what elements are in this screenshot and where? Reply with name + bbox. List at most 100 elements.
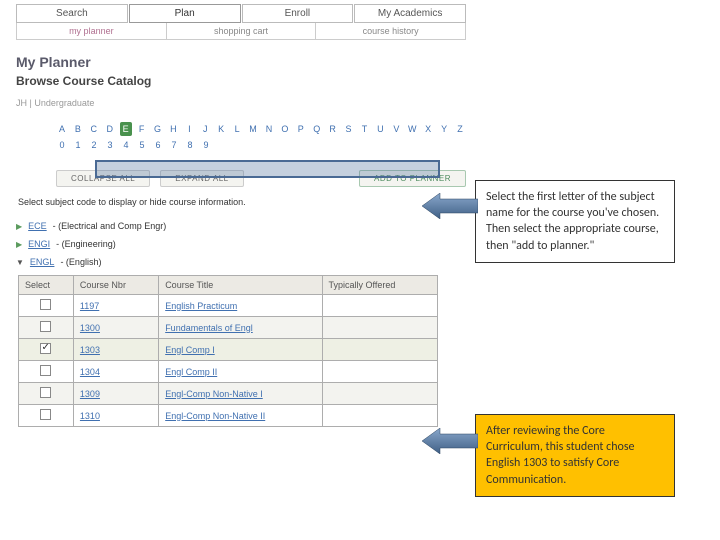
alpha-H[interactable]: H bbox=[167, 122, 179, 136]
alpha-9[interactable]: 9 bbox=[200, 138, 212, 152]
select-checkbox[interactable] bbox=[40, 409, 51, 420]
helper-text: Select subject code to display or hide c… bbox=[18, 197, 466, 207]
course-number-link[interactable]: 1310 bbox=[80, 411, 100, 421]
select-checkbox[interactable] bbox=[40, 387, 51, 398]
alpha-5[interactable]: 5 bbox=[136, 138, 148, 152]
alpha-1[interactable]: 1 bbox=[72, 138, 84, 152]
subject-row[interactable]: ▶ ECE - (Electrical and Comp Engr) bbox=[16, 221, 466, 231]
course-table: SelectCourse NbrCourse TitleTypically Of… bbox=[18, 275, 438, 427]
subtab-cart[interactable]: shopping cart bbox=[167, 23, 317, 39]
alpha-C[interactable]: C bbox=[88, 122, 100, 136]
course-title-link[interactable]: Engl-Comp Non-Native II bbox=[165, 411, 265, 421]
triangle-down-icon: ▼ bbox=[16, 258, 24, 267]
alpha-G[interactable]: G bbox=[152, 122, 164, 136]
table-row: 1309 Engl-Comp Non-Native I bbox=[19, 383, 438, 405]
alpha-J[interactable]: J bbox=[199, 122, 211, 136]
alpha-I[interactable]: I bbox=[183, 122, 195, 136]
course-title-link[interactable]: Engl Comp I bbox=[165, 345, 215, 355]
alpha-E[interactable]: E bbox=[120, 122, 132, 136]
typically-offered bbox=[322, 405, 437, 427]
course-title-link[interactable]: Engl-Comp Non-Native I bbox=[165, 389, 263, 399]
tab-enroll[interactable]: Enroll bbox=[242, 4, 354, 23]
select-checkbox[interactable] bbox=[40, 343, 51, 354]
alpha-D[interactable]: D bbox=[104, 122, 116, 136]
alpha-6[interactable]: 6 bbox=[152, 138, 164, 152]
alpha-O[interactable]: O bbox=[279, 122, 291, 136]
table-row: 1197 English Practicum bbox=[19, 295, 438, 317]
table-header: Course Nbr bbox=[73, 276, 158, 295]
instruction-callout-1: Select the first letter of the subject n… bbox=[475, 180, 675, 263]
subject-row[interactable]: ▼ ENGL - (English) bbox=[16, 257, 466, 267]
subject-name: - (Engineering) bbox=[56, 239, 116, 249]
alpha-B[interactable]: B bbox=[72, 122, 84, 136]
alpha-Q[interactable]: Q bbox=[311, 122, 323, 136]
alpha-U[interactable]: U bbox=[374, 122, 386, 136]
arrow-icon bbox=[422, 193, 478, 219]
course-title-link[interactable]: Engl Comp II bbox=[165, 367, 217, 377]
alpha-N[interactable]: N bbox=[263, 122, 275, 136]
sub-tabs: my planner shopping cart course history bbox=[16, 23, 466, 40]
subject-row[interactable]: ▶ ENGI - (Engineering) bbox=[16, 239, 466, 249]
table-header: Select bbox=[19, 276, 74, 295]
tab-search[interactable]: Search bbox=[16, 4, 128, 23]
alpha-Y[interactable]: Y bbox=[438, 122, 450, 136]
course-title-link[interactable]: English Practicum bbox=[165, 301, 237, 311]
table-header: Course Title bbox=[159, 276, 322, 295]
table-header: Typically Offered bbox=[322, 276, 437, 295]
subject-name: - (English) bbox=[60, 257, 101, 267]
table-row: 1303 Engl Comp I bbox=[19, 339, 438, 361]
main-tabs: Search Plan Enroll My Academics bbox=[16, 4, 466, 23]
triangle-right-icon: ▶ bbox=[16, 240, 22, 249]
tab-academics[interactable]: My Academics bbox=[354, 4, 466, 23]
typically-offered bbox=[322, 383, 437, 405]
course-number-link[interactable]: 1304 bbox=[80, 367, 100, 377]
alpha-M[interactable]: M bbox=[247, 122, 259, 136]
subject-link[interactable]: ECE bbox=[28, 221, 47, 231]
alpha-index: ABCDEFGHIJKLMNOPQRSTUVWXYZ 0123456789 bbox=[16, 116, 466, 158]
breadcrumb: JH | Undergraduate bbox=[16, 98, 466, 108]
course-number-link[interactable]: 1300 bbox=[80, 323, 100, 333]
table-row: 1310 Engl-Comp Non-Native II bbox=[19, 405, 438, 427]
course-number-link[interactable]: 1303 bbox=[80, 345, 100, 355]
alpha-T[interactable]: T bbox=[359, 122, 371, 136]
alpha-K[interactable]: K bbox=[215, 122, 227, 136]
typically-offered bbox=[322, 317, 437, 339]
alpha-W[interactable]: W bbox=[406, 122, 418, 136]
course-title-link[interactable]: Fundamentals of Engl bbox=[165, 323, 253, 333]
select-checkbox[interactable] bbox=[40, 321, 51, 332]
alpha-V[interactable]: V bbox=[390, 122, 402, 136]
alpha-Z[interactable]: Z bbox=[454, 122, 466, 136]
alpha-7[interactable]: 7 bbox=[168, 138, 180, 152]
subject-name: - (Electrical and Comp Engr) bbox=[53, 221, 167, 231]
typically-offered bbox=[322, 295, 437, 317]
alpha-X[interactable]: X bbox=[422, 122, 434, 136]
alpha-0[interactable]: 0 bbox=[56, 138, 68, 152]
alpha-2[interactable]: 2 bbox=[88, 138, 100, 152]
alpha-F[interactable]: F bbox=[136, 122, 148, 136]
alpha-S[interactable]: S bbox=[343, 122, 355, 136]
select-checkbox[interactable] bbox=[40, 299, 51, 310]
arrow-icon bbox=[422, 428, 478, 454]
alpha-3[interactable]: 3 bbox=[104, 138, 116, 152]
select-checkbox[interactable] bbox=[40, 365, 51, 376]
table-row: 1300 Fundamentals of Engl bbox=[19, 317, 438, 339]
subtab-planner[interactable]: my planner bbox=[17, 23, 167, 39]
subject-link[interactable]: ENGI bbox=[28, 239, 50, 249]
triangle-right-icon: ▶ bbox=[16, 222, 22, 231]
alpha-4[interactable]: 4 bbox=[120, 138, 132, 152]
course-number-link[interactable]: 1309 bbox=[80, 389, 100, 399]
page-title: My Planner bbox=[16, 54, 466, 70]
subject-link[interactable]: ENGL bbox=[30, 257, 55, 267]
course-number-link[interactable]: 1197 bbox=[80, 301, 99, 311]
alpha-P[interactable]: P bbox=[295, 122, 307, 136]
subtab-history[interactable]: course history bbox=[316, 23, 465, 39]
instruction-callout-2: After reviewing the Core Curriculum, thi… bbox=[475, 414, 675, 497]
alpha-L[interactable]: L bbox=[231, 122, 243, 136]
tab-plan[interactable]: Plan bbox=[129, 4, 241, 23]
alpha-R[interactable]: R bbox=[327, 122, 339, 136]
alpha-8[interactable]: 8 bbox=[184, 138, 196, 152]
alpha-A[interactable]: A bbox=[56, 122, 68, 136]
typically-offered bbox=[322, 361, 437, 383]
typically-offered bbox=[322, 339, 437, 361]
highlight-bar bbox=[95, 160, 440, 178]
